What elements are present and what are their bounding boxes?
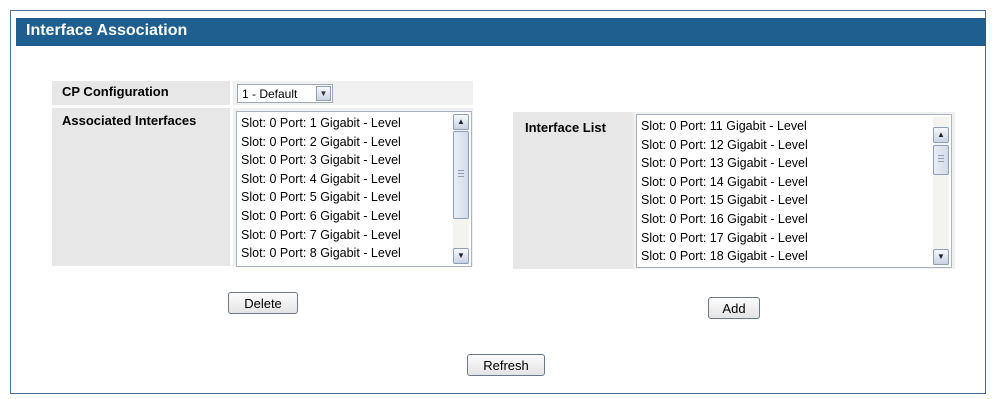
panel-title: Interface Association [26, 22, 188, 39]
list-item[interactable]: Slot: 0 Port: 1 Gigabit - Level [241, 114, 451, 133]
cp-configuration-selected: 1 - Default [242, 87, 298, 101]
associated-interfaces-label-cell: Associated Interfaces [52, 108, 230, 266]
panel-title-bar: Interface Association [16, 18, 986, 46]
list-item[interactable]: Slot: 0 Port: 17 Gigabit - Level [641, 229, 931, 248]
chevron-down-icon[interactable]: ▼ [453, 248, 469, 264]
interface-list-scrollbar[interactable]: ▲ ▼ [933, 117, 949, 265]
grip-icon [938, 155, 944, 164]
interface-list-listbox[interactable]: Slot: 0 Port: 11 Gigabit - Level Slot: 0… [636, 114, 952, 268]
list-item[interactable]: Slot: 0 Port: 15 Gigabit - Level [641, 191, 931, 210]
grip-icon [458, 170, 464, 179]
list-item[interactable]: Slot: 0 Port: 16 Gigabit - Level [641, 210, 931, 229]
delete-button[interactable]: Delete [228, 292, 298, 314]
list-item[interactable]: Slot: 0 Port: 4 Gigabit - Level [241, 170, 451, 189]
chevron-up-icon[interactable]: ▲ [453, 114, 469, 130]
add-button[interactable]: Add [708, 297, 760, 319]
associated-interfaces-label: Associated Interfaces [62, 113, 197, 128]
list-item[interactable]: Slot: 0 Port: 2 Gigabit - Level [241, 133, 451, 152]
associated-interfaces-scrollbar[interactable]: ▲ ▼ [453, 114, 469, 264]
cp-configuration-select[interactable]: 1 - Default ▼ [237, 84, 333, 103]
cp-configuration-label-cell: CP Configuration [52, 81, 230, 105]
refresh-button[interactable]: Refresh [467, 354, 545, 376]
associated-interfaces-listbox[interactable]: Slot: 0 Port: 1 Gigabit - Level Slot: 0 … [236, 111, 472, 267]
list-item[interactable]: Slot: 0 Port: 5 Gigabit - Level [241, 188, 451, 207]
cp-configuration-label: CP Configuration [62, 84, 169, 99]
list-item[interactable]: Slot: 0 Port: 14 Gigabit - Level [641, 173, 931, 192]
list-item[interactable]: Slot: 0 Port: 6 Gigabit - Level [241, 207, 451, 226]
list-item[interactable]: Slot: 0 Port: 12 Gigabit - Level [641, 136, 931, 155]
interface-list-label: Interface List [525, 120, 606, 135]
scrollbar-thumb[interactable] [453, 131, 469, 219]
chevron-up-icon[interactable]: ▲ [933, 127, 949, 143]
interface-list-label-cell: Interface List [513, 112, 633, 269]
scrollbar-thumb[interactable] [933, 145, 949, 175]
list-item[interactable]: Slot: 0 Port: 18 Gigabit - Level [641, 247, 931, 266]
chevron-down-icon[interactable]: ▼ [933, 249, 949, 265]
list-item[interactable]: Slot: 0 Port: 7 Gigabit - Level [241, 226, 451, 245]
interface-list-items: Slot: 0 Port: 11 Gigabit - Level Slot: 0… [641, 117, 931, 266]
associated-interfaces-items: Slot: 0 Port: 1 Gigabit - Level Slot: 0 … [241, 114, 451, 263]
chevron-down-icon[interactable]: ▼ [316, 86, 331, 101]
list-item[interactable]: Slot: 0 Port: 11 Gigabit - Level [641, 117, 931, 136]
list-item[interactable]: Slot: 0 Port: 8 Gigabit - Level [241, 244, 451, 263]
list-item[interactable]: Slot: 0 Port: 3 Gigabit - Level [241, 151, 451, 170]
list-item[interactable]: Slot: 0 Port: 13 Gigabit - Level [641, 154, 931, 173]
